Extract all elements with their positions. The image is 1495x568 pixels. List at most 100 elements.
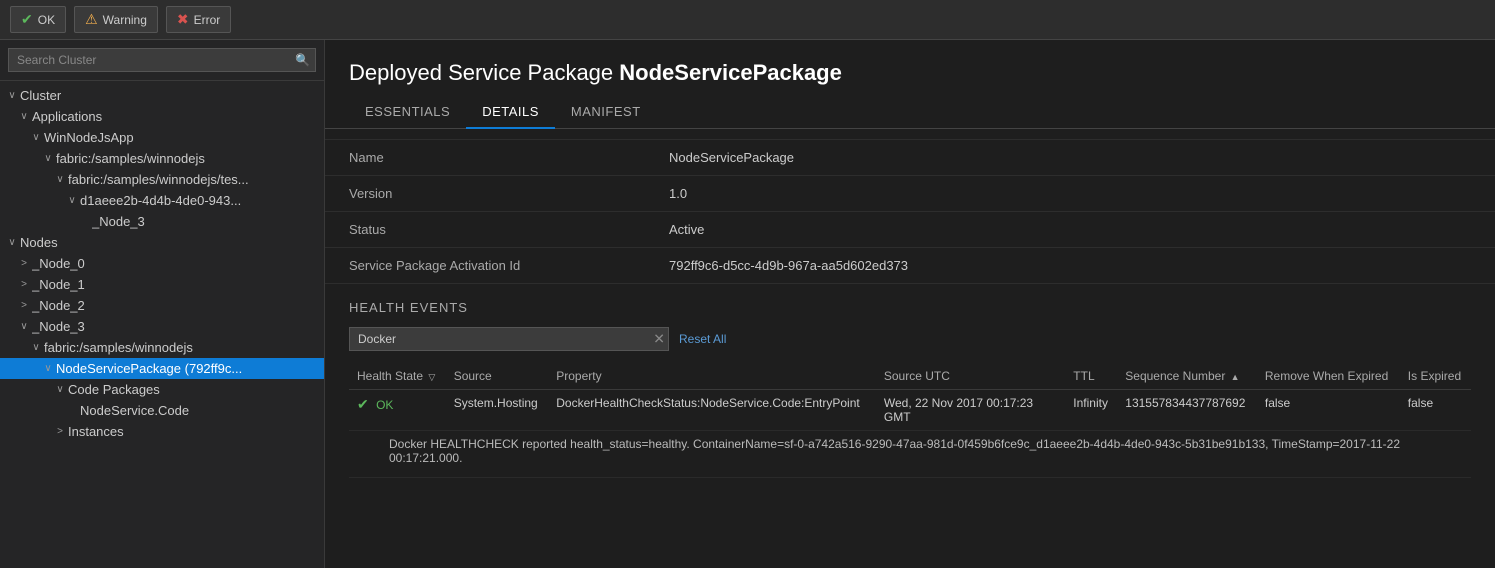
sidebar-item-label: _Node_2	[32, 298, 324, 313]
error-button[interactable]: ✖ Error	[166, 6, 231, 33]
sidebar-item-nodeservice-code[interactable]: NodeService.Code	[0, 400, 324, 421]
ok-button[interactable]: ✔ OK	[10, 6, 66, 33]
main-layout: 🔍 ∨ Cluster ∨ Applications ∨ WinNodeJsAp…	[0, 40, 1495, 568]
column-header-is-expired[interactable]: Is Expired	[1400, 363, 1471, 390]
health-filter-input[interactable]	[349, 327, 669, 351]
health-state-cell: ✔ OK	[349, 390, 446, 431]
sidebar-item-label: Applications	[32, 109, 324, 124]
detail-row: Service Package Activation Id 792ff9c6-d…	[325, 248, 1495, 284]
filter-input-wrap: ✕	[349, 327, 669, 351]
details-table: Name NodeServicePackage Version 1.0 Stat…	[325, 139, 1495, 284]
sort-icon: ▲	[1231, 372, 1240, 382]
warning-button[interactable]: ⚠ Warning	[74, 6, 158, 33]
remove-when-expired-cell: false	[1257, 390, 1400, 431]
sidebar-item-winnodejsapp[interactable]: ∨ WinNodeJsApp	[0, 127, 324, 148]
sidebar-item-fabric-node3[interactable]: ∨ fabric:/samples/winnodejs	[0, 337, 324, 358]
sidebar-item-label: _Node_3	[32, 319, 324, 334]
sidebar-item-instances[interactable]: > Instances	[0, 421, 324, 442]
toggle-icon: ∨	[40, 363, 56, 374]
detail-label: Status	[349, 222, 669, 237]
sidebar-item-node0[interactable]: > _Node_0	[0, 253, 324, 274]
sidebar: 🔍 ∨ Cluster ∨ Applications ∨ WinNodeJsAp…	[0, 40, 325, 568]
toggle-icon: ∨	[16, 321, 32, 332]
sidebar-item-label: Code Packages	[68, 382, 324, 397]
search-box: 🔍	[0, 40, 324, 81]
sidebar-item-d1aeee2b[interactable]: ∨ d1aeee2b-4d4b-4de0-943...	[0, 190, 324, 211]
health-table-header: Health State ▽SourcePropertySource UTCTT…	[349, 363, 1471, 390]
error-label: Error	[194, 13, 221, 27]
column-header-property[interactable]: Property	[548, 363, 876, 390]
sidebar-item-nodes[interactable]: ∨ Nodes	[0, 232, 324, 253]
sort-icon: ▽	[428, 372, 435, 382]
sidebar-item-label: Nodes	[20, 235, 324, 250]
column-header-health-state[interactable]: Health State ▽	[349, 363, 446, 390]
sidebar-item-cluster[interactable]: ∨ Cluster	[0, 85, 324, 106]
toggle-icon: ∨	[64, 195, 80, 206]
toggle-icon: >	[16, 279, 32, 290]
health-state-value: OK	[376, 398, 393, 412]
sidebar-item-label: Instances	[68, 424, 324, 439]
sidebar-item-label: fabric:/samples/winnodejs	[44, 340, 324, 355]
ttl-cell: Infinity	[1065, 390, 1117, 431]
detail-value: 1.0	[669, 186, 687, 201]
column-header-ttl[interactable]: TTL	[1065, 363, 1117, 390]
detail-row: Version 1.0	[325, 176, 1495, 212]
toggle-icon: >	[16, 300, 32, 311]
sequence-number-cell: 131557834437787692	[1117, 390, 1257, 431]
health-events-title: HEALTH EVENTS	[349, 300, 1471, 315]
health-events-table: Health State ▽SourcePropertySource UTCTT…	[349, 363, 1471, 478]
sidebar-item-node3[interactable]: ∨ _Node_3	[0, 316, 324, 337]
search-input[interactable]	[8, 48, 316, 72]
health-table-row: ✔ OK System.Hosting DockerHealthCheckSta…	[349, 390, 1471, 431]
sidebar-item-node1[interactable]: > _Node_1	[0, 274, 324, 295]
detail-label: Version	[349, 186, 669, 201]
detail-value: NodeServicePackage	[669, 150, 794, 165]
sidebar-item-label: d1aeee2b-4d4b-4de0-943...	[80, 193, 324, 208]
detail-row: Name NodeServicePackage	[325, 139, 1495, 176]
source-cell: System.Hosting	[446, 390, 549, 431]
sidebar-item-fabric-samples-winnodejs[interactable]: ∨ fabric:/samples/winnodejs	[0, 148, 324, 169]
header-row: Health State ▽SourcePropertySource UTCTT…	[349, 363, 1471, 390]
health-detail-row: Docker HEALTHCHECK reported health_statu…	[349, 431, 1471, 478]
source-utc-cell: Wed, 22 Nov 2017 00:17:23 GMT	[876, 390, 1065, 431]
tab-bar: ESSENTIALSDETAILSMANIFEST	[325, 96, 1495, 129]
sidebar-item-node2[interactable]: > _Node_2	[0, 295, 324, 316]
page-title-name: NodeServicePackage	[619, 60, 842, 85]
reset-all-link[interactable]: Reset All	[679, 332, 726, 346]
sidebar-item-label: _Node_0	[32, 256, 324, 271]
ok-label: OK	[38, 13, 55, 27]
toggle-icon: ∨	[40, 153, 56, 164]
sidebar-item-label: _Node_3	[92, 214, 324, 229]
sidebar-item-fabric-samples-winnodejs-tes[interactable]: ∨ fabric:/samples/winnodejs/tes...	[0, 169, 324, 190]
sidebar-item-label: fabric:/samples/winnodejs	[56, 151, 324, 166]
error-icon: ✖	[177, 11, 189, 28]
warning-icon: ⚠	[85, 11, 98, 28]
detail-label: Service Package Activation Id	[349, 258, 669, 273]
sidebar-item-code-packages[interactable]: ∨ Code Packages	[0, 379, 324, 400]
tab-details[interactable]: DETAILS	[466, 96, 555, 129]
tab-manifest[interactable]: MANIFEST	[555, 96, 657, 129]
filter-clear-icon[interactable]: ✕	[653, 331, 665, 348]
column-header-remove-when-expired[interactable]: Remove When Expired	[1257, 363, 1400, 390]
toggle-icon: ∨	[52, 174, 68, 185]
sidebar-item-label: Cluster	[20, 88, 324, 103]
sidebar-item-node3-app[interactable]: _Node_3	[0, 211, 324, 232]
property-cell: DockerHealthCheckStatus:NodeService.Code…	[548, 390, 876, 431]
toggle-icon: ∨	[4, 90, 20, 101]
health-ok-icon: ✔	[357, 396, 369, 412]
content-panel: Deployed Service Package NodeServicePack…	[325, 40, 1495, 568]
column-header-source-utc[interactable]: Source UTC	[876, 363, 1065, 390]
detail-value: 792ff9c6-d5cc-4d9b-967a-aa5d602ed373	[669, 258, 908, 273]
column-header-sequence-number[interactable]: Sequence Number ▲	[1117, 363, 1257, 390]
sidebar-item-applications[interactable]: ∨ Applications	[0, 106, 324, 127]
sidebar-item-label: fabric:/samples/winnodejs/tes...	[68, 172, 324, 187]
toggle-icon: >	[52, 426, 68, 437]
health-section: HEALTH EVENTS ✕ Reset All Health State ▽…	[325, 284, 1495, 478]
warning-label: Warning	[103, 13, 147, 27]
sidebar-tree: ∨ Cluster ∨ Applications ∨ WinNodeJsApp …	[0, 81, 324, 568]
toggle-icon: ∨	[52, 384, 68, 395]
toggle-icon: ∨	[4, 237, 20, 248]
tab-essentials[interactable]: ESSENTIALS	[349, 96, 466, 129]
column-header-source[interactable]: Source	[446, 363, 549, 390]
sidebar-item-nodeservicepackage[interactable]: ∨ NodeServicePackage (792ff9c...	[0, 358, 324, 379]
